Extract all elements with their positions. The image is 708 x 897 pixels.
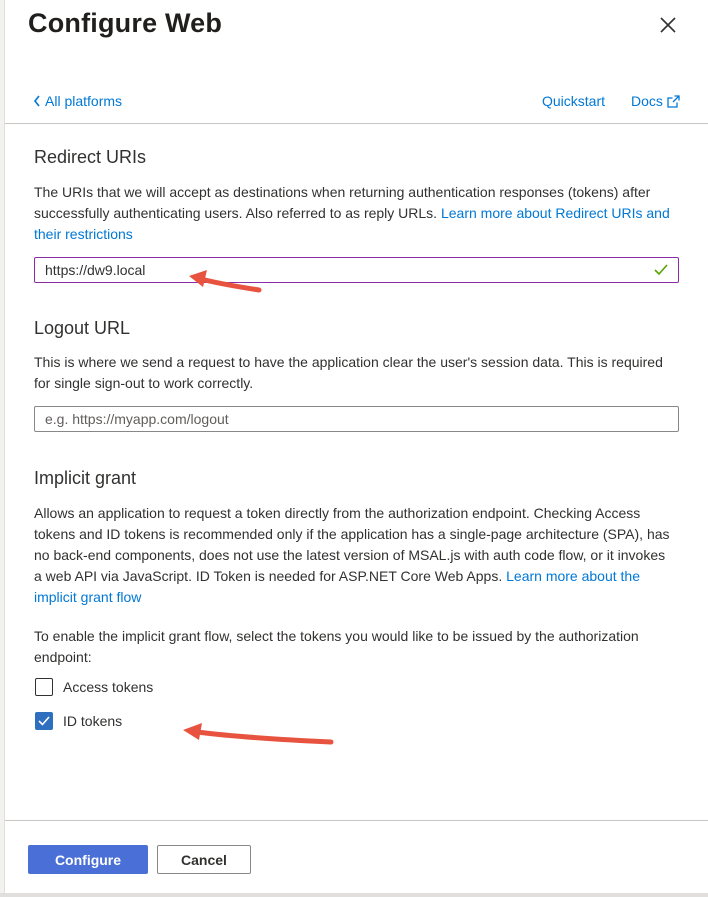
logout-url-placeholder: e.g. https://myapp.com/logout xyxy=(45,411,229,427)
redirect-uri-input[interactable]: https://dw9.local xyxy=(34,257,679,283)
redirect-uris-description: The URIs that we will accept as destinat… xyxy=(34,182,674,245)
background-page-edge-bottom xyxy=(0,893,708,897)
cancel-button[interactable]: Cancel xyxy=(157,845,251,874)
chevron-left-icon xyxy=(33,95,40,107)
external-link-icon xyxy=(667,94,680,108)
docs-link[interactable]: Docs xyxy=(631,93,681,109)
id-tokens-checkbox-row[interactable]: ID tokens xyxy=(35,712,122,730)
quickstart-link[interactable]: Quickstart xyxy=(542,93,605,109)
close-icon[interactable] xyxy=(657,14,679,36)
access-tokens-label: Access tokens xyxy=(63,679,154,695)
logout-url-description: This is where we send a request to have … xyxy=(34,354,663,391)
redirect-uris-heading: Redirect URIs xyxy=(34,147,147,167)
annotation-arrow xyxy=(183,723,334,745)
footer-divider xyxy=(5,820,708,821)
annotation-arrow xyxy=(189,270,262,293)
logout-url-input[interactable]: e.g. https://myapp.com/logout xyxy=(34,406,679,432)
header-divider xyxy=(5,123,708,124)
implicit-grant-description: Allows an application to request a token… xyxy=(34,503,674,608)
access-tokens-checkbox-row[interactable]: Access tokens xyxy=(35,678,153,696)
id-tokens-label: ID tokens xyxy=(63,713,123,729)
checkmark-icon xyxy=(38,716,50,726)
all-platforms-link[interactable]: All platforms xyxy=(33,93,122,109)
panel-title: Configure Web xyxy=(28,8,223,38)
access-tokens-checkbox[interactable] xyxy=(35,678,53,696)
implicit-grant-heading: Implicit grant xyxy=(34,468,137,488)
implicit-grant-instruction: To enable the implicit grant flow, selec… xyxy=(34,628,639,665)
configure-button[interactable]: Configure xyxy=(28,845,148,874)
id-tokens-checkbox[interactable] xyxy=(35,712,53,730)
all-platforms-label: All platforms xyxy=(45,93,123,109)
configure-web-panel: Configure Web All platforms Quickstart D… xyxy=(5,0,708,893)
checkmark-icon xyxy=(654,264,668,276)
logout-url-heading: Logout URL xyxy=(34,318,131,338)
docs-label: Docs xyxy=(631,93,663,109)
redirect-uri-value: https://dw9.local xyxy=(45,262,146,278)
